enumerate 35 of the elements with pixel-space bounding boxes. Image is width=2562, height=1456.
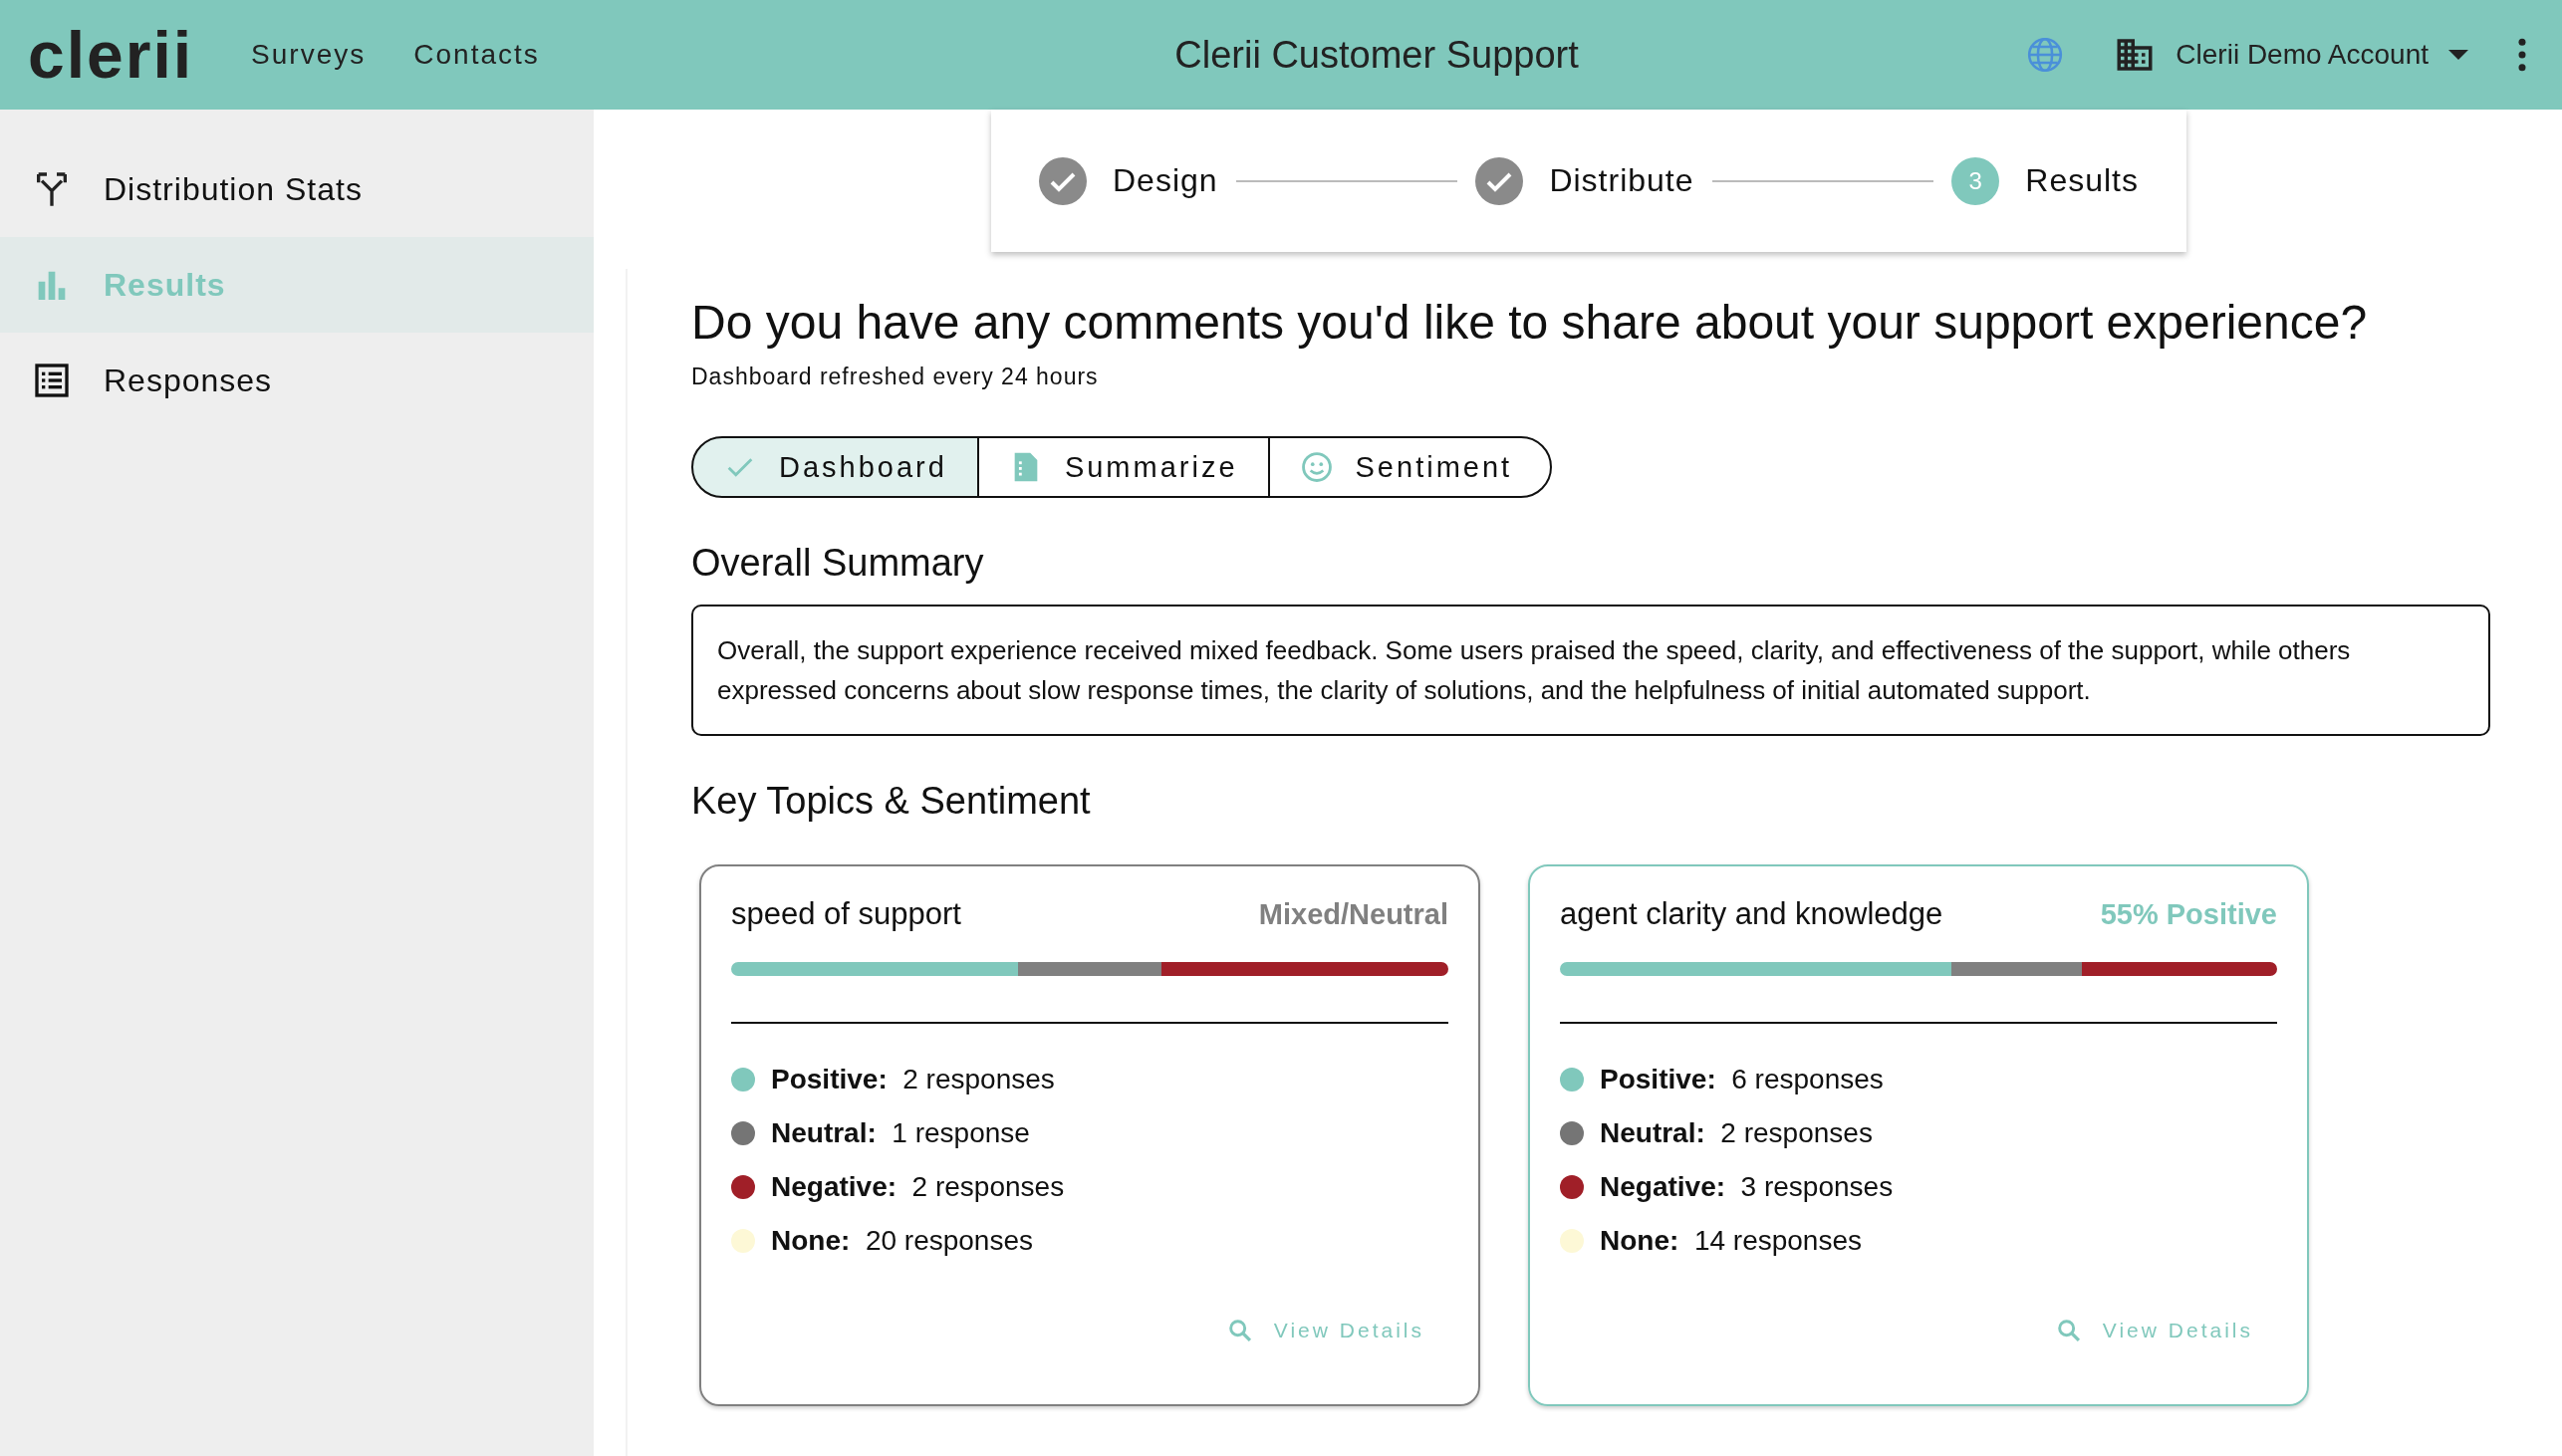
- refresh-note: Dashboard refreshed every 24 hours: [691, 364, 1100, 390]
- sentiment-status: Mixed/Neutral: [1258, 898, 1448, 931]
- logo[interactable]: clerii: [28, 22, 194, 88]
- sentiment-count: Positive: 2 responses: [771, 1064, 1055, 1095]
- sentiment-count: Negative: 3 responses: [1600, 1171, 1894, 1203]
- page-title: Clerii Customer Support: [1173, 33, 1580, 77]
- question-heading: Do you have any comments you'd like to share about your support experience?: [691, 295, 2369, 350]
- sentiment-count: None: 20 responses: [771, 1225, 1033, 1257]
- section-heading: Overall Summary: [691, 542, 985, 585]
- sentiment-count: Neutral: 1 response: [771, 1117, 1030, 1149]
- topic-name: agent clarity and knowledge: [1560, 896, 1943, 932]
- sentiment-count: None: 14 responses: [1600, 1225, 1862, 1257]
- step-label[interactable]: Distribute: [1549, 162, 1694, 199]
- topic-name: speed of support: [731, 896, 961, 932]
- sentiment-count: Neutral: 2 responses: [1600, 1117, 1873, 1149]
- sentiment-count: Positive: 6 responses: [1600, 1064, 1884, 1095]
- account-dropdown[interactable]: Clerii Demo Account: [2114, 34, 2468, 76]
- step-label[interactable]: Results: [2025, 162, 2139, 199]
- caret-icon: [2448, 50, 2468, 60]
- sidebar-item[interactable]: Distribution Stats: [0, 141, 594, 237]
- sentiment-status: 55% Positive: [2100, 898, 2277, 931]
- step-number: 3: [1951, 156, 2000, 205]
- more-options-icon[interactable]: [2516, 38, 2528, 72]
- section-heading: Key Topics & Sentiment: [691, 780, 1092, 823]
- list-icon: [32, 361, 72, 400]
- sidebar-item[interactable]: Responses: [0, 333, 594, 428]
- step-label[interactable]: Design: [1113, 162, 1218, 199]
- smiley-icon: [1299, 450, 1334, 484]
- view-tab[interactable]: Dashboard: [691, 436, 979, 498]
- summary-text: Overall, the support experience received mixed feedback. Some users praised the speed, clarity, and effectiveness of the support, while others expressed concerns about slow response times, the clarity of solutions, and the helpfulness of initial automated support.: [691, 605, 2490, 736]
- nav-link[interactable]: Surveys: [251, 39, 367, 71]
- view-tab[interactable]: Sentiment: [1267, 436, 1553, 498]
- sentiment-count: Negative: 2 responses: [771, 1171, 1065, 1203]
- view-tab[interactable]: Summarize: [976, 436, 1270, 498]
- nav-link[interactable]: Contacts: [413, 39, 540, 71]
